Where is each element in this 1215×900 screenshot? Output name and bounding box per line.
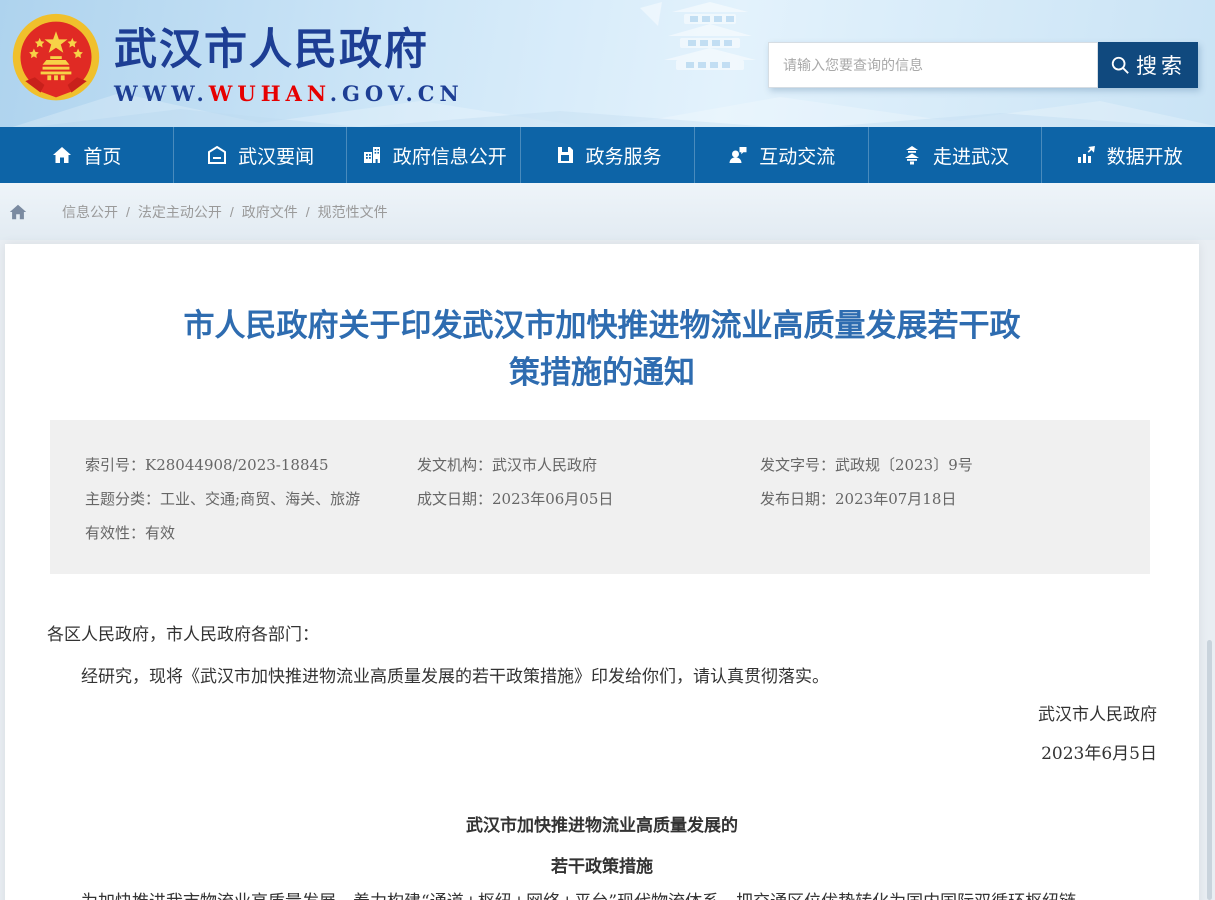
nav-label: 首页 — [83, 142, 121, 169]
meta-index-label: 索引号： — [85, 456, 145, 474]
breadcrumb-item-normative-documents[interactable]: 规范性文件 — [318, 202, 388, 222]
nav-item-about-wuhan[interactable]: 走进武汉 — [869, 127, 1043, 183]
breadcrumb: 信息公开 / 法定主动公开 / 政府文件 / 规范性文件 — [0, 183, 1215, 240]
nav-item-services[interactable]: 政务服务 — [521, 127, 695, 183]
document-title-line1: 市人民政府关于印发武汉市加快推进物流业高质量发展若干政 — [5, 302, 1199, 349]
search-button-label: 搜索 — [1136, 50, 1186, 80]
search-icon — [1110, 55, 1130, 75]
national-emblem-icon — [8, 12, 104, 108]
page-area: 市人民政府关于印发武汉市加快推进物流业高质量发展若干政策措施的通知 索引号：K2… — [0, 240, 1215, 900]
meta-agency-label: 发文机构： — [417, 456, 492, 474]
breadcrumb-item-statutory-disclosure[interactable]: 法定主动公开 — [138, 202, 222, 222]
open-data-icon — [1075, 144, 1097, 166]
nav-item-info-disclosure[interactable]: 政府信息公开 — [347, 127, 521, 183]
meta-agency-value: 武汉市人民政府 — [492, 456, 597, 474]
nav-label: 政务服务 — [586, 142, 662, 169]
nav-item-interaction[interactable]: 互动交流 — [695, 127, 869, 183]
meta-date-written-row: 成文日期：2023年06月05日 — [417, 482, 760, 516]
meta-validity-value: 有效 — [145, 524, 175, 542]
meta-column-2: 发文机构：武汉市人民政府 成文日期：2023年06月05日 — [417, 448, 760, 550]
interaction-icon — [727, 144, 749, 166]
salutation: 各区人民政府，市人民政府各部门： — [47, 624, 1157, 646]
nav-label: 政府信息公开 — [393, 142, 507, 169]
info-disclosure-icon — [361, 144, 383, 166]
meta-date-published-label: 发布日期： — [760, 490, 835, 508]
meta-date-written-value: 2023年06月05日 — [492, 490, 613, 508]
breadcrumb-item-gov-documents[interactable]: 政府文件 — [242, 202, 298, 222]
breadcrumb-item-info-disclosure[interactable]: 信息公开 — [62, 202, 118, 222]
meta-validity-row: 有效性：有效 — [85, 516, 417, 550]
meta-category-label: 主题分类： — [85, 490, 160, 508]
breadcrumb-separator: / — [230, 204, 234, 220]
paragraph-2: 为加快推进我市物流业高质量发展，着力构建“通道+枢纽+网络+平台”现代物流体系，… — [47, 891, 1157, 900]
site-logo[interactable]: 武汉市人民政府 WWW.WUHAN.GOV.CN — [8, 12, 464, 108]
nav-item-home[interactable]: 首页 — [0, 127, 174, 183]
breadcrumb-separator: / — [126, 204, 130, 220]
meta-agency-row: 发文机构：武汉市人民政府 — [417, 448, 760, 482]
pagoda-icon — [901, 144, 923, 166]
meta-category-value: 工业、交通;商贸、海关、旅游 — [160, 490, 360, 508]
document-body: 各区人民政府，市人民政府各部门： 经研究，现将《武汉市加快推进物流业高质量发展的… — [5, 624, 1199, 900]
meta-column-3: 发文字号：武政规〔2023〕9号 发布日期：2023年07月18日 — [760, 448, 1150, 550]
paragraph-1: 经研究，现将《武汉市加快推进物流业高质量发展的若干政策措施》印发给你们，请认真贯… — [47, 666, 1157, 688]
main-navigation: 首页 武汉要闻 政府信息公开 政务服务 — [0, 127, 1215, 183]
meta-date-published-row: 发布日期：2023年07月18日 — [760, 482, 1150, 516]
news-icon — [206, 144, 228, 166]
site-url-rest: .GOV.CN — [330, 81, 464, 106]
meta-doc-number-value: 武政规〔2023〕9号 — [835, 456, 973, 474]
site-name: 武汉市人民政府 — [114, 15, 464, 77]
site-url-wuhan: WUHAN — [209, 81, 330, 106]
nav-item-open-data[interactable]: 数据开放 — [1042, 127, 1215, 183]
attachment-title-line2: 若干政策措施 — [47, 856, 1157, 878]
nav-label: 数据开放 — [1107, 142, 1183, 169]
meta-column-1: 索引号：K28044908/2023-18845 主题分类：工业、交通;商贸、海… — [85, 448, 417, 550]
search-input[interactable] — [768, 42, 1098, 88]
nav-item-news[interactable]: 武汉要闻 — [174, 127, 348, 183]
site-header: 武汉市人民政府 WWW.WUHAN.GOV.CN 搜索 — [0, 0, 1215, 127]
site-url-www: WWW. — [114, 81, 209, 106]
meta-doc-number-row: 发文字号：武政规〔2023〕9号 — [760, 448, 1150, 482]
meta-index-value: K28044908/2023-18845 — [145, 456, 329, 474]
site-url: WWW.WUHAN.GOV.CN — [114, 81, 464, 106]
meta-index-row: 索引号：K28044908/2023-18845 — [85, 448, 417, 482]
signer: 武汉市人民政府 — [47, 704, 1157, 726]
sign-date: 2023年6月5日 — [47, 743, 1157, 765]
site-title: 武汉市人民政府 WWW.WUHAN.GOV.CN — [114, 15, 464, 106]
nav-label: 武汉要闻 — [238, 142, 314, 169]
document-card: 市人民政府关于印发武汉市加快推进物流业高质量发展若干政策措施的通知 索引号：K2… — [5, 244, 1199, 900]
meta-date-published-value: 2023年07月18日 — [835, 490, 956, 508]
home-icon — [51, 144, 73, 166]
nav-label: 走进武汉 — [933, 142, 1009, 169]
document-meta-box: 索引号：K28044908/2023-18845 主题分类：工业、交通;商贸、海… — [50, 420, 1150, 574]
services-icon — [554, 144, 576, 166]
document-title: 市人民政府关于印发武汉市加快推进物流业高质量发展若干政策措施的通知 — [5, 302, 1199, 396]
meta-category-row: 主题分类：工业、交通;商贸、海关、旅游 — [85, 482, 417, 516]
document-title-line2: 策措施的通知 — [5, 349, 1199, 396]
search-button[interactable]: 搜索 — [1098, 42, 1198, 88]
site-search: 搜索 — [768, 42, 1198, 88]
breadcrumb-separator: / — [306, 204, 310, 220]
meta-date-written-label: 成文日期： — [417, 490, 492, 508]
nav-label: 互动交流 — [759, 142, 835, 169]
scrollbar-thumb[interactable] — [1207, 640, 1212, 900]
breadcrumb-home-icon[interactable] — [8, 202, 28, 222]
meta-doc-number-label: 发文字号： — [760, 456, 835, 474]
attachment-title-line1: 武汉市加快推进物流业高质量发展的 — [47, 815, 1157, 837]
meta-validity-label: 有效性： — [85, 524, 145, 542]
